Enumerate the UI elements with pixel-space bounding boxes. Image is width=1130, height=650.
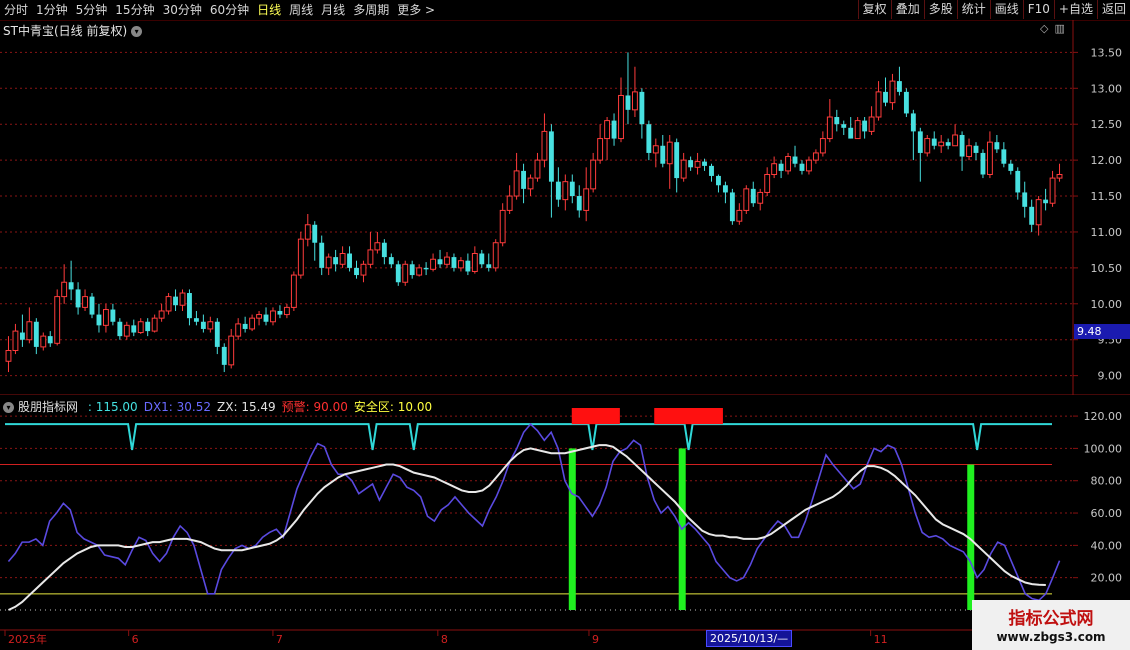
ind-tick-label: 100.00 xyxy=(1084,442,1123,455)
date-tick-label: 8 xyxy=(441,633,448,646)
date-tick-label: 11 xyxy=(874,633,888,646)
ind-tick-label: 20.00 xyxy=(1091,572,1123,585)
sell-signal-block xyxy=(654,408,723,425)
watermark-title: 指标公式网 xyxy=(1008,609,1094,629)
ind-tick-label: 120.00 xyxy=(1084,410,1123,423)
crosshair-date-tag: 2025/10/13/— xyxy=(706,630,793,647)
ind-tick-label: 60.00 xyxy=(1091,507,1123,520)
watermark-url: www.zbgs3.com xyxy=(996,630,1106,644)
date-tick-label: 6 xyxy=(132,633,139,646)
date-tick-label: 2025年 xyxy=(8,632,47,646)
series-line-DX1 xyxy=(7,423,1061,602)
top-signal-line xyxy=(5,423,1052,451)
ind-tick-label: 40.00 xyxy=(1091,539,1123,552)
buy-signal-bar xyxy=(568,448,576,610)
series-line-ZX xyxy=(8,444,1046,611)
indicator-chart[interactable]: 20.00 40.00 60.00 80.00 100.00 120.00 2025年 6 7 8… xyxy=(0,0,1130,650)
watermark: 指标公式网 www.zbgs3.com xyxy=(972,600,1130,650)
date-tick-label: 7 xyxy=(276,633,283,646)
ind-tick-label: 80.00 xyxy=(1091,475,1123,488)
date-tick-label: 9 xyxy=(592,633,599,646)
sell-signal-block xyxy=(571,408,620,425)
